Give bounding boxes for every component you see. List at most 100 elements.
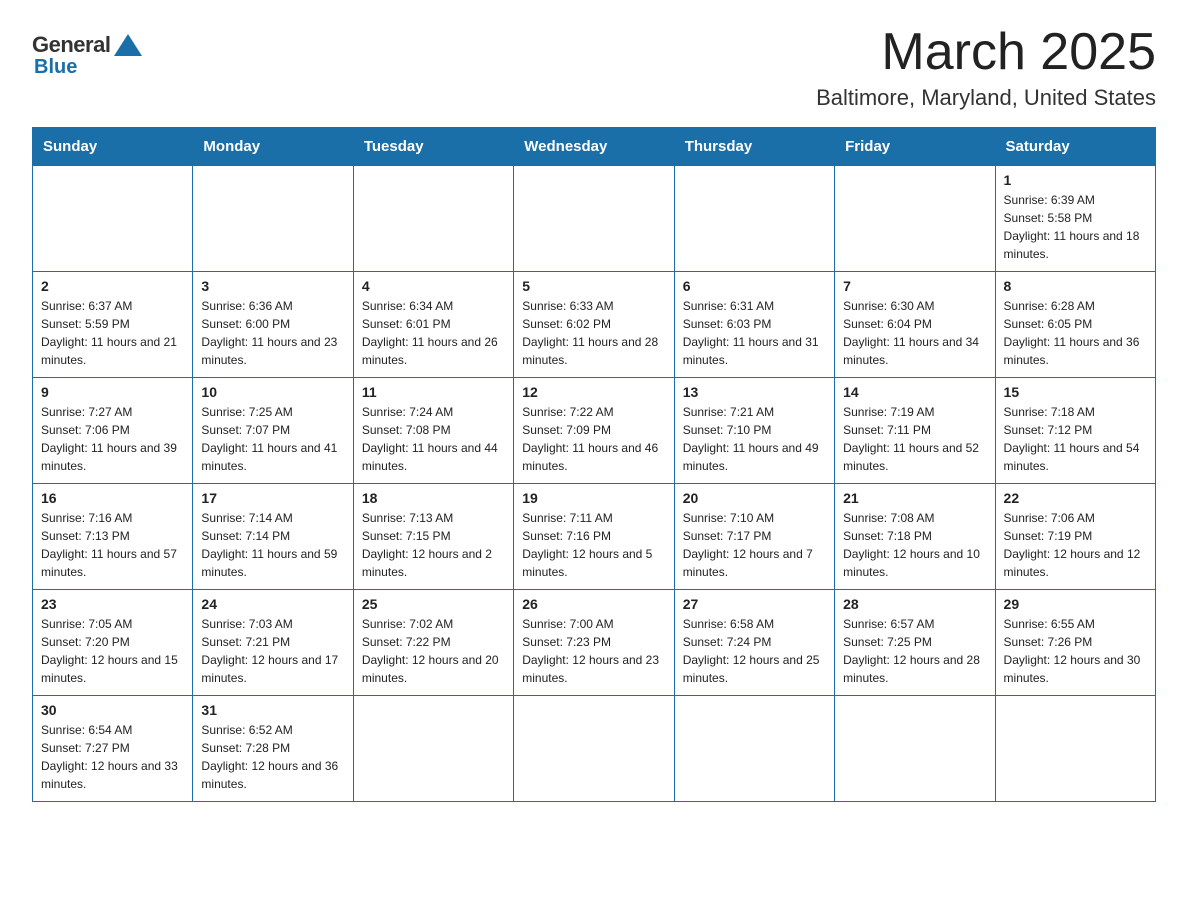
- day-info: Sunrise: 6:36 AM Sunset: 6:00 PM Dayligh…: [201, 297, 344, 369]
- calendar-title: March 2025: [816, 24, 1156, 81]
- day-info: Sunrise: 7:14 AM Sunset: 7:14 PM Dayligh…: [201, 509, 344, 581]
- day-info: Sunrise: 6:30 AM Sunset: 6:04 PM Dayligh…: [843, 297, 986, 369]
- day-number: 19: [522, 490, 665, 506]
- day-number: 5: [522, 278, 665, 294]
- day-number: 23: [41, 596, 184, 612]
- calendar-cell: 22 Sunrise: 7:06 AM Sunset: 7:19 PM Dayli…: [995, 484, 1155, 590]
- day-info: Sunrise: 7:13 AM Sunset: 7:15 PM Dayligh…: [362, 509, 505, 581]
- day-info: Sunrise: 7:24 AM Sunset: 7:08 PM Dayligh…: [362, 403, 505, 475]
- day-info: Sunrise: 6:37 AM Sunset: 5:59 PM Dayligh…: [41, 297, 184, 369]
- calendar-cell: 1Sunrise: 6:39 AM Sunset: 5:58 PM Daylig…: [995, 166, 1155, 272]
- calendar-cell: [353, 166, 513, 272]
- day-number: 4: [362, 278, 505, 294]
- calendar-cell: 31Sunrise: 6:52 AM Sunset: 7:28 PM Dayli…: [193, 696, 353, 802]
- calendar-header-row: SundayMondayTuesdayWednesdayThursdayFrid…: [33, 128, 1156, 166]
- calendar-cell: [835, 696, 995, 802]
- day-info: Sunrise: 7:21 AM Sunset: 7:10 PM Dayligh…: [683, 403, 826, 475]
- calendar-cell: 9Sunrise: 7:27 AM Sunset: 7:06 PM Daylig…: [33, 378, 193, 484]
- day-info: Sunrise: 7:19 AM Sunset: 7:11 PM Dayligh…: [843, 403, 986, 475]
- day-number: 6: [683, 278, 826, 294]
- day-number: 12: [522, 384, 665, 400]
- calendar-cell: 28Sunrise: 6:57 AM Sunset: 7:25 PM Dayli…: [835, 590, 995, 696]
- calendar-table: SundayMondayTuesdayWednesdayThursdayFrid…: [32, 127, 1156, 802]
- day-info: Sunrise: 6:55 AM Sunset: 7:26 PM Dayligh…: [1004, 615, 1147, 687]
- day-number: 14: [843, 384, 986, 400]
- calendar-cell: 23 Sunrise: 7:05 AM Sunset: 7:20 PM Dayli…: [33, 590, 193, 696]
- calendar-day-header: Monday: [193, 128, 353, 166]
- day-info: Sunrise: 7:11 AM Sunset: 7:16 PM Dayligh…: [522, 509, 665, 581]
- calendar-cell: 20 Sunrise: 7:10 AM Sunset: 7:17 PM Dayli…: [674, 484, 834, 590]
- day-info: Sunrise: 7:06 AM Sunset: 7:19 PM Dayligh…: [1004, 509, 1147, 581]
- calendar-day-header: Thursday: [674, 128, 834, 166]
- logo-blue-text: Blue: [32, 56, 77, 79]
- calendar-day-header: Wednesday: [514, 128, 674, 166]
- day-number: 10: [201, 384, 344, 400]
- calendar-week-row: 9Sunrise: 7:27 AM Sunset: 7:06 PM Daylig…: [33, 378, 1156, 484]
- calendar-cell: 2 Sunrise: 6:37 AM Sunset: 5:59 PM Daylig…: [33, 272, 193, 378]
- day-number: 17: [201, 490, 344, 506]
- calendar-cell: 6 Sunrise: 6:31 AM Sunset: 6:03 PM Daylig…: [674, 272, 834, 378]
- calendar-week-row: 2 Sunrise: 6:37 AM Sunset: 5:59 PM Daylig…: [33, 272, 1156, 378]
- day-number: 7: [843, 278, 986, 294]
- logo: General Blue: [32, 32, 142, 79]
- page-header: General Blue March 2025 Baltimore, Maryl…: [32, 24, 1156, 111]
- day-info: Sunrise: 6:52 AM Sunset: 7:28 PM Dayligh…: [201, 721, 344, 793]
- day-number: 29: [1004, 596, 1147, 612]
- day-info: Sunrise: 7:03 AM Sunset: 7:21 PM Dayligh…: [201, 615, 344, 687]
- calendar-cell: 19 Sunrise: 7:11 AM Sunset: 7:16 PM Dayli…: [514, 484, 674, 590]
- calendar-cell: 21Sunrise: 7:08 AM Sunset: 7:18 PM Dayli…: [835, 484, 995, 590]
- day-number: 22: [1004, 490, 1147, 506]
- day-number: 15: [1004, 384, 1147, 400]
- day-number: 13: [683, 384, 826, 400]
- day-number: 27: [683, 596, 826, 612]
- calendar-day-header: Sunday: [33, 128, 193, 166]
- calendar-cell: [33, 166, 193, 272]
- day-info: Sunrise: 6:57 AM Sunset: 7:25 PM Dayligh…: [843, 615, 986, 687]
- calendar-cell: 30Sunrise: 6:54 AM Sunset: 7:27 PM Dayli…: [33, 696, 193, 802]
- day-info: Sunrise: 6:31 AM Sunset: 6:03 PM Dayligh…: [683, 297, 826, 369]
- day-info: Sunrise: 7:05 AM Sunset: 7:20 PM Dayligh…: [41, 615, 184, 687]
- calendar-cell: 14 Sunrise: 7:19 AM Sunset: 7:11 PM Dayli…: [835, 378, 995, 484]
- day-number: 18: [362, 490, 505, 506]
- calendar-cell: 4Sunrise: 6:34 AM Sunset: 6:01 PM Daylig…: [353, 272, 513, 378]
- day-number: 30: [41, 702, 184, 718]
- calendar-day-header: Friday: [835, 128, 995, 166]
- calendar-cell: [514, 166, 674, 272]
- day-number: 24: [201, 596, 344, 612]
- calendar-week-row: 30Sunrise: 6:54 AM Sunset: 7:27 PM Dayli…: [33, 696, 1156, 802]
- day-number: 8: [1004, 278, 1147, 294]
- calendar-cell: [674, 166, 834, 272]
- calendar-cell: [353, 696, 513, 802]
- day-info: Sunrise: 7:27 AM Sunset: 7:06 PM Dayligh…: [41, 403, 184, 475]
- calendar-cell: 10 Sunrise: 7:25 AM Sunset: 7:07 PM Dayli…: [193, 378, 353, 484]
- day-info: Sunrise: 7:10 AM Sunset: 7:17 PM Dayligh…: [683, 509, 826, 581]
- calendar-cell: [514, 696, 674, 802]
- calendar-cell: 17 Sunrise: 7:14 AM Sunset: 7:14 PM Dayli…: [193, 484, 353, 590]
- day-info: Sunrise: 7:25 AM Sunset: 7:07 PM Dayligh…: [201, 403, 344, 475]
- day-number: 2: [41, 278, 184, 294]
- calendar-cell: 13 Sunrise: 7:21 AM Sunset: 7:10 PM Dayli…: [674, 378, 834, 484]
- title-block: March 2025 Baltimore, Maryland, United S…: [816, 24, 1156, 111]
- day-info: Sunrise: 7:16 AM Sunset: 7:13 PM Dayligh…: [41, 509, 184, 581]
- day-info: Sunrise: 7:02 AM Sunset: 7:22 PM Dayligh…: [362, 615, 505, 687]
- day-number: 20: [683, 490, 826, 506]
- calendar-cell: 5 Sunrise: 6:33 AM Sunset: 6:02 PM Daylig…: [514, 272, 674, 378]
- day-info: Sunrise: 6:39 AM Sunset: 5:58 PM Dayligh…: [1004, 191, 1147, 263]
- calendar-week-row: 1Sunrise: 6:39 AM Sunset: 5:58 PM Daylig…: [33, 166, 1156, 272]
- day-number: 3: [201, 278, 344, 294]
- logo-general-text: General: [32, 32, 110, 58]
- day-info: Sunrise: 7:22 AM Sunset: 7:09 PM Dayligh…: [522, 403, 665, 475]
- calendar-subtitle: Baltimore, Maryland, United States: [816, 85, 1156, 111]
- day-number: 26: [522, 596, 665, 612]
- day-number: 16: [41, 490, 184, 506]
- day-info: Sunrise: 7:08 AM Sunset: 7:18 PM Dayligh…: [843, 509, 986, 581]
- day-info: Sunrise: 6:33 AM Sunset: 6:02 PM Dayligh…: [522, 297, 665, 369]
- day-info: Sunrise: 6:28 AM Sunset: 6:05 PM Dayligh…: [1004, 297, 1147, 369]
- calendar-cell: 25Sunrise: 7:02 AM Sunset: 7:22 PM Dayli…: [353, 590, 513, 696]
- calendar-cell: 7 Sunrise: 6:30 AM Sunset: 6:04 PM Daylig…: [835, 272, 995, 378]
- calendar-day-header: Tuesday: [353, 128, 513, 166]
- calendar-cell: [193, 166, 353, 272]
- calendar-cell: 29 Sunrise: 6:55 AM Sunset: 7:26 PM Dayli…: [995, 590, 1155, 696]
- calendar-cell: 8 Sunrise: 6:28 AM Sunset: 6:05 PM Daylig…: [995, 272, 1155, 378]
- calendar-cell: [995, 696, 1155, 802]
